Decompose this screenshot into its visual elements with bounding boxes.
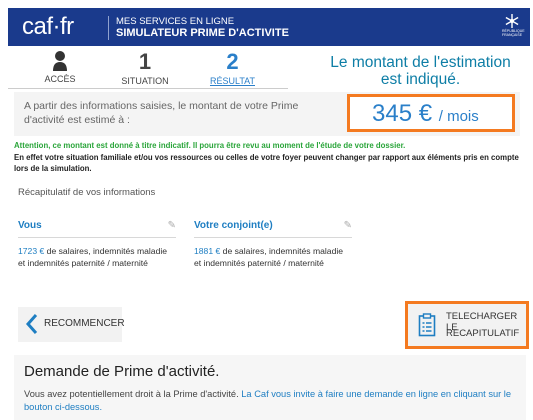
income-amount: 1881 €: [194, 246, 221, 256]
chevron-left-icon: [25, 314, 38, 334]
step-number: 1: [138, 49, 152, 74]
step-label: ACCÈS: [44, 74, 76, 84]
income-amount: 1723 €: [18, 246, 45, 256]
step-number: 2: [226, 49, 239, 74]
annotation-line: est indiqué.: [380, 71, 461, 88]
annotation-caption: Le montant de l'estimation est indiqué.: [318, 54, 523, 88]
pencil-icon[interactable]: ✎: [168, 220, 176, 231]
header-bar: caf·fr MES SERVICES EN LIGNE SIMULATEUR …: [8, 8, 530, 46]
step-label: RÉSULTAT: [209, 76, 255, 86]
estimated-amount: 345 € / mois: [372, 100, 479, 128]
snowflake-emblem-icon: [505, 14, 519, 28]
warning-text: Attention, ce montant est donné à titre …: [14, 141, 406, 150]
emblem-caption: RÉPUBLIQUE FRANÇAISE: [502, 29, 525, 37]
amount-value: 345 €: [372, 100, 433, 127]
step-label: SITUATION: [121, 76, 169, 86]
header-subtitle: MES SERVICES EN LIGNE: [116, 16, 235, 27]
restart-label: RECOMMENCER: [44, 318, 125, 329]
info-text: En effet votre situation familiale et/ou…: [14, 153, 519, 173]
step-acces[interactable]: ACCÈS: [30, 50, 90, 84]
person-name: Vous: [18, 220, 42, 231]
clipboard-document-icon: [418, 313, 436, 337]
person-income: 1723 € de salaires, indemnités maladie e…: [18, 245, 168, 269]
person-icon: [53, 51, 67, 71]
demande-title: Demande de Prime d'activité.: [24, 363, 220, 380]
caf-logo[interactable]: caf·fr: [22, 13, 74, 41]
divider: [194, 237, 352, 238]
header-divider: [108, 16, 109, 40]
step-situation[interactable]: 1 SITUATION: [115, 49, 175, 87]
recap-person-vous: Vous ✎ 1723 € de salaires, indemnités ma…: [18, 220, 176, 269]
person-name: Votre conjoint(e): [194, 220, 273, 231]
step-resultat[interactable]: 2 RÉSULTAT: [200, 49, 265, 87]
demande-text: Vous avez potentiellement droit à la Pri…: [24, 388, 519, 414]
amount-highlight: 345 € / mois: [347, 94, 515, 132]
recap-person-conjoint: Votre conjoint(e) ✎ 1881 € de salaires, …: [194, 220, 352, 269]
download-label-line2: RECAPITULATIF: [446, 328, 520, 339]
recap-title: Récapitulatif de vos informations: [18, 187, 156, 198]
steps-divider: [8, 88, 288, 89]
demande-intro: Vous avez potentiellement droit à la Pri…: [24, 389, 242, 399]
republique-emblem: RÉPUBLIQUE FRANÇAISE: [502, 13, 525, 41]
header-title: SIMULATEUR PRIME D'ACTIVITE: [116, 27, 289, 39]
pencil-icon[interactable]: ✎: [344, 220, 352, 231]
amount-unit: / mois: [438, 108, 479, 125]
divider: [18, 237, 176, 238]
result-description: A partir des informations saisies, le mo…: [24, 100, 299, 126]
demande-section: Demande de Prime d'activité. Vous avez p…: [14, 355, 526, 420]
person-income: 1881 € de salaires, indemnités maladie e…: [194, 245, 344, 269]
annotation-line: Le montant de l'estimation: [330, 54, 511, 71]
download-recap-button[interactable]: TELECHARGER LE RECAPITULATIF: [405, 301, 529, 349]
restart-button[interactable]: RECOMMENCER: [18, 307, 125, 342]
